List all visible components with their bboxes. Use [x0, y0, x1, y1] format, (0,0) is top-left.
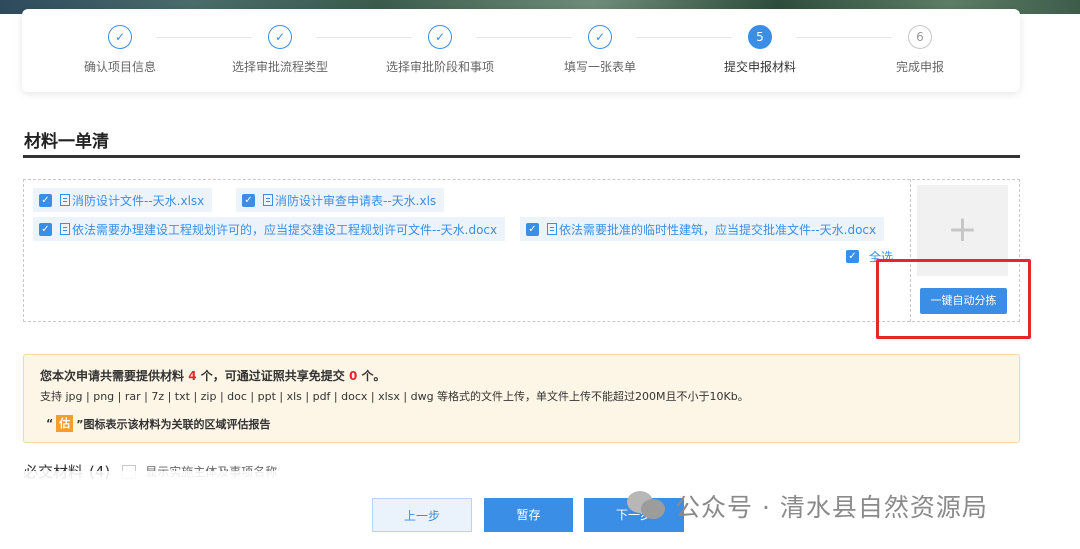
highlight-annotation [876, 259, 1031, 339]
supported-formats: 支持 jpg | png | rar | 7z | txt | zip | do… [40, 390, 749, 403]
file-name: 依法需要批准的临时性建筑，应当提交批准文件--天水.docx [559, 222, 877, 237]
save-draft-button[interactable]: 暂存 [484, 498, 573, 532]
check-icon: ✓ [588, 25, 612, 49]
file-item[interactable]: ✓ 消防设计文件--天水.xlsx [33, 188, 213, 212]
watermark-text: 公众号 · 清水县自然资源局 [675, 493, 988, 522]
estimate-legend: “ 估 ”图标表示该材料为关联的区域评估报告 [46, 415, 271, 432]
step-submit-materials[interactable]: 5 提交申报材料 [685, 25, 835, 75]
checkbox-checked[interactable]: ✓ [526, 222, 539, 236]
file-name: 消防设计文件--天水.xlsx [72, 193, 205, 208]
step-select-process-type[interactable]: ✓ 选择审批流程类型 [205, 25, 355, 75]
checkbox-checked[interactable]: ✓ [39, 222, 52, 236]
step-label: 完成申报 [895, 60, 944, 74]
checkbox-checked[interactable]: ✓ [242, 193, 255, 207]
required-count: 4 [188, 369, 197, 383]
file-name: 消防设计审查申请表--天水.xls [275, 193, 437, 208]
progress-steps: ✓ 确认项目信息 ✓ 选择审批流程类型 ✓ 选择审批阶段和事项 ✓ 填写一张表单… [22, 9, 1020, 92]
step-label: 确认项目信息 [83, 60, 156, 74]
estimate-badge-icon: 估 [56, 415, 74, 432]
step-label: 提交申报材料 [723, 60, 796, 74]
step-complete[interactable]: 6 完成申报 [845, 25, 995, 75]
step-label: 选择审批阶段和事项 [385, 60, 494, 74]
prev-step-button[interactable]: 上一步 [372, 498, 472, 532]
file-item[interactable]: ✓ 消防设计审查申请表--天水.xls [236, 188, 445, 212]
step-confirm-project[interactable]: ✓ 确认项目信息 [45, 25, 195, 75]
checkbox-checked[interactable]: ✓ [39, 193, 52, 207]
file-name: 依法需要办理建设工程规划许可的，应当提交建设工程规划许可文件--天水.docx [72, 222, 498, 237]
file-item[interactable]: ✓ 依法需要批准的临时性建筑，应当提交批准文件--天水.docx [520, 217, 885, 241]
step-select-stage[interactable]: ✓ 选择审批阶段和事项 [365, 25, 515, 75]
plus-icon: + [947, 209, 978, 250]
document-icon [60, 194, 70, 206]
document-icon [263, 194, 273, 206]
step-number: 5 [748, 25, 772, 49]
step-label: 填写一张表单 [563, 60, 636, 74]
section-title: 材料一单清 [24, 132, 109, 152]
checkbox-checked[interactable]: ✓ [846, 250, 859, 263]
check-icon: ✓ [108, 25, 132, 49]
notice-summary: 您本次申请共需要提供材料 4 个，可通过证照共享免提交 0 个。 [40, 369, 386, 383]
watermark: 公众号 · 清水县自然资源局 [627, 488, 988, 524]
step-fill-form[interactable]: ✓ 填写一张表单 [525, 25, 675, 75]
step-label: 选择审批流程类型 [231, 60, 328, 74]
step-number: 6 [908, 25, 932, 49]
check-icon: ✓ [428, 25, 452, 49]
file-item[interactable]: ✓ 依法需要办理建设工程规划许可的，应当提交建设工程规划许可文件--天水.doc… [33, 217, 506, 241]
document-icon [547, 223, 557, 235]
wechat-icon [627, 489, 667, 523]
document-icon [60, 223, 70, 235]
page: ✓ 确认项目信息 ✓ 选择审批流程类型 ✓ 选择审批阶段和事项 ✓ 填写一张表单… [0, 0, 1080, 549]
check-icon: ✓ [268, 25, 292, 49]
notice-panel: 您本次申请共需要提供材料 4 个，可通过证照共享免提交 0 个。 支持 jpg … [23, 354, 1020, 443]
title-divider [23, 155, 1020, 158]
shared-count: 0 [348, 369, 358, 383]
